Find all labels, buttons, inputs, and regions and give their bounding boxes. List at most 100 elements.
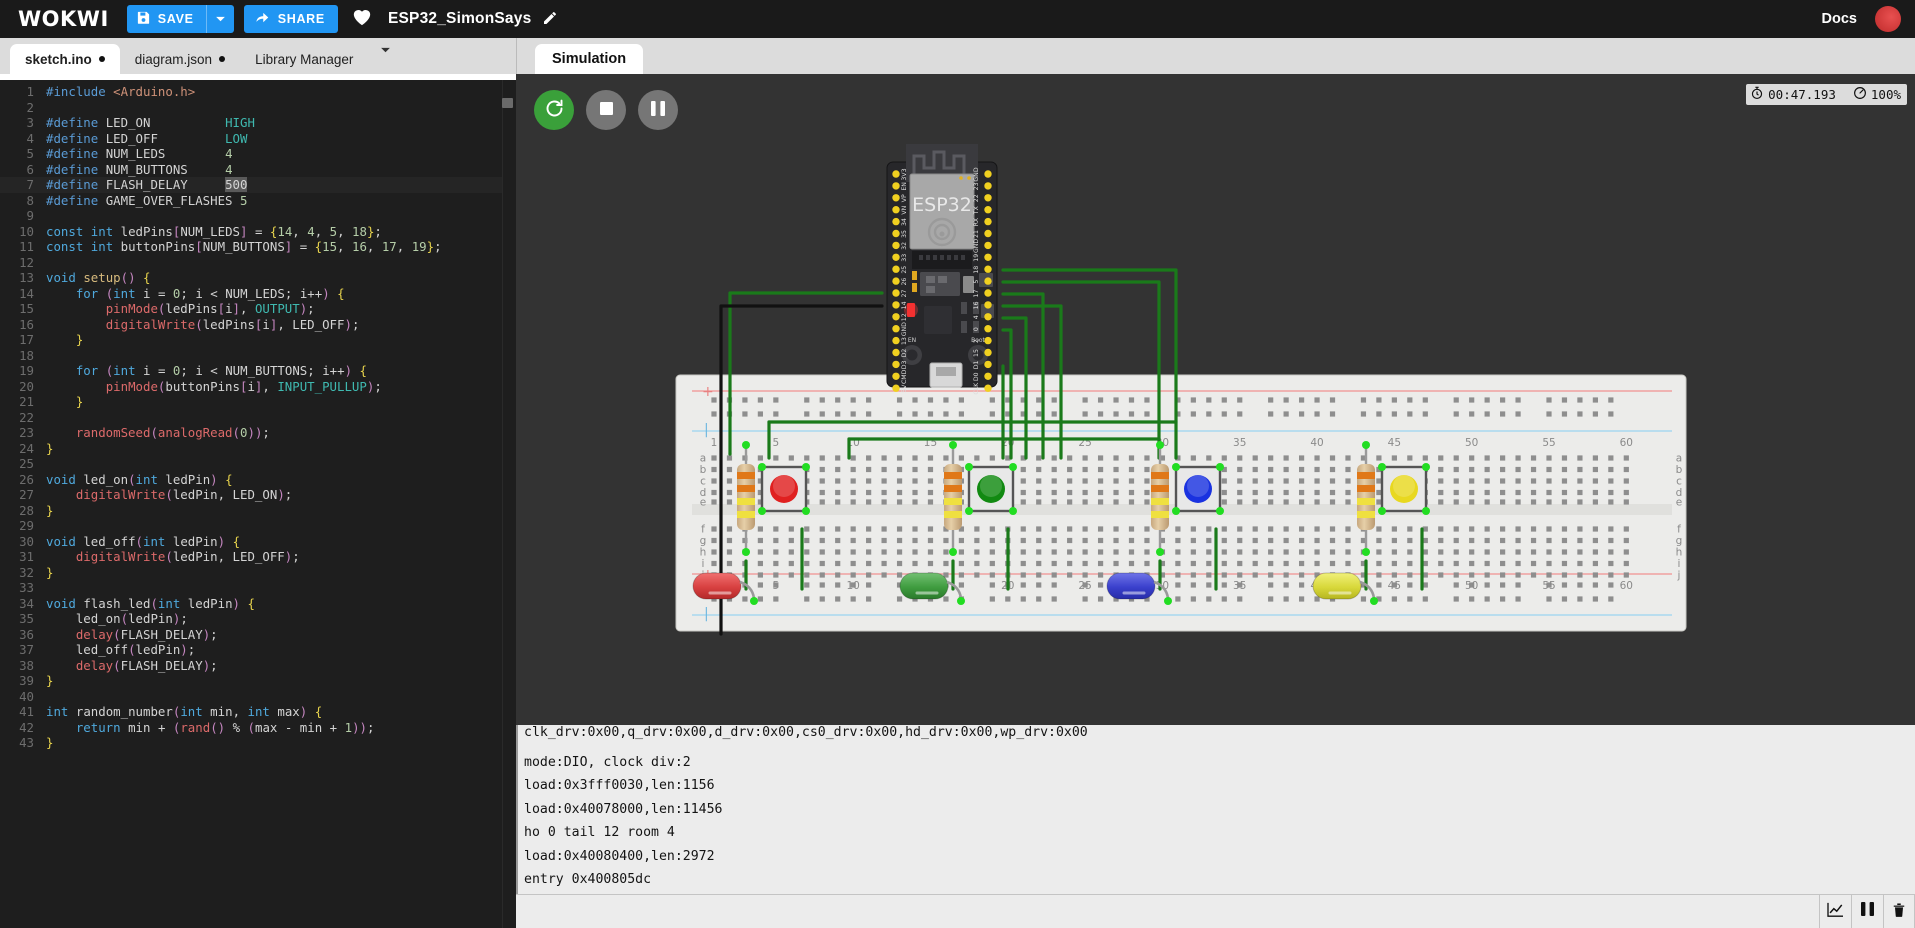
- breadboard-hole[interactable]: [1515, 455, 1521, 461]
- breadboard-hole[interactable]: [788, 572, 794, 578]
- breadboard-hole[interactable]: [835, 526, 841, 532]
- breadboard-hole[interactable]: [1515, 596, 1521, 602]
- breadboard-hole[interactable]: [1592, 478, 1598, 484]
- breadboard-hole[interactable]: [1190, 572, 1196, 578]
- breadboard-hole[interactable]: [1036, 596, 1042, 602]
- breadboard-hole[interactable]: [1391, 560, 1397, 567]
- breadboard-hole[interactable]: [1407, 549, 1413, 555]
- breadboard-hole[interactable]: [1530, 466, 1537, 473]
- breadboard-hole[interactable]: [881, 478, 887, 484]
- breadboard-hole[interactable]: [1329, 478, 1336, 484]
- board-pin[interactable]: [892, 384, 900, 392]
- breadboard-hole[interactable]: [1082, 526, 1088, 532]
- breadboard-hole[interactable]: [1376, 489, 1382, 496]
- breadboard-hole[interactable]: [1608, 549, 1614, 555]
- breadboard-hole[interactable]: [1484, 596, 1490, 602]
- breadboard-hole[interactable]: [804, 397, 810, 403]
- breadboard-hole[interactable]: [1329, 411, 1336, 417]
- breadboard-hole[interactable]: [1314, 560, 1320, 567]
- breadboard-hole[interactable]: [1268, 397, 1274, 403]
- breadboard-hole[interactable]: [1283, 537, 1289, 544]
- breadboard-hole[interactable]: [1530, 537, 1537, 544]
- breadboard-hole[interactable]: [927, 537, 934, 544]
- breadboard-hole[interactable]: [866, 397, 872, 403]
- breadboard-hole[interactable]: [1298, 411, 1305, 417]
- breadboard-hole[interactable]: [912, 489, 918, 496]
- breadboard-hole[interactable]: [1329, 537, 1336, 544]
- breadboard-hole[interactable]: [819, 499, 825, 505]
- save-options-button[interactable]: [205, 5, 234, 33]
- breadboard-hole[interactable]: [1376, 526, 1382, 532]
- breadboard-hole[interactable]: [1345, 466, 1351, 473]
- led-body[interactable]: [692, 572, 742, 600]
- breadboard-hole[interactable]: [896, 537, 903, 544]
- breadboard-hole[interactable]: [726, 466, 733, 473]
- breadboard-hole[interactable]: [1020, 499, 1026, 505]
- breadboard-hole[interactable]: [1128, 478, 1135, 484]
- breadboard-hole[interactable]: [819, 596, 825, 602]
- breadboard-hole[interactable]: [1453, 489, 1459, 496]
- breadboard-hole[interactable]: [1144, 455, 1150, 461]
- breadboard-hole[interactable]: [1298, 478, 1305, 484]
- breadboard-hole[interactable]: [1592, 537, 1598, 544]
- breadboard-hole[interactable]: [1577, 572, 1583, 578]
- breadboard-hole[interactable]: [1484, 489, 1490, 496]
- breadboard-hole[interactable]: [1484, 397, 1490, 403]
- breadboard-hole[interactable]: [1144, 499, 1150, 505]
- breadboard-hole[interactable]: [757, 596, 763, 602]
- breadboard-hole[interactable]: [1407, 572, 1413, 578]
- breadboard-hole[interactable]: [1469, 397, 1475, 403]
- breadboard-hole[interactable]: [1407, 582, 1413, 588]
- breadboard-hole[interactable]: [1237, 478, 1243, 484]
- breadboard-hole[interactable]: [1036, 526, 1042, 532]
- breadboard-hole[interactable]: [1268, 466, 1274, 473]
- breadboard-hole[interactable]: [1623, 478, 1629, 484]
- board-pin[interactable]: [984, 182, 992, 190]
- breadboard-hole[interactable]: [1113, 560, 1119, 567]
- breadboard-hole[interactable]: [866, 478, 872, 484]
- breadboard-hole[interactable]: [1453, 549, 1459, 555]
- breadboard-hole[interactable]: [1036, 582, 1042, 588]
- chevron-down-icon[interactable]: [372, 46, 399, 57]
- breadboard-hole[interactable]: [757, 537, 763, 544]
- breadboard-hole[interactable]: [1067, 537, 1073, 544]
- breadboard-hole[interactable]: [989, 582, 995, 588]
- breadboard-hole[interactable]: [1283, 489, 1289, 496]
- breadboard-hole[interactable]: [1128, 489, 1135, 496]
- breadboard-hole[interactable]: [881, 572, 887, 578]
- breadboard-hole[interactable]: [804, 582, 810, 588]
- breadboard-hole[interactable]: [866, 455, 872, 461]
- breadboard-hole[interactable]: [1082, 537, 1088, 544]
- breadboard-hole[interactable]: [788, 537, 794, 544]
- breadboard-hole[interactable]: [850, 537, 856, 544]
- breadboard-hole[interactable]: [1221, 455, 1227, 461]
- breadboard-hole[interactable]: [1453, 596, 1459, 602]
- breadboard-hole[interactable]: [1500, 526, 1506, 532]
- breadboard-hole[interactable]: [1237, 455, 1243, 461]
- breadboard-hole[interactable]: [850, 560, 856, 567]
- breadboard-hole[interactable]: [1283, 572, 1289, 578]
- breadboard-hole[interactable]: [1592, 411, 1598, 417]
- breadboard-hole[interactable]: [866, 537, 872, 544]
- breadboard-hole[interactable]: [1298, 582, 1305, 588]
- breadboard-hole[interactable]: [927, 455, 934, 461]
- breadboard-hole[interactable]: [1530, 526, 1537, 532]
- pin-connector[interactable]: [965, 463, 973, 471]
- breadboard-hole[interactable]: [1608, 560, 1614, 567]
- breadboard-hole[interactable]: [1608, 411, 1614, 417]
- breadboard-hole[interactable]: [804, 596, 810, 602]
- breadboard-hole[interactable]: [881, 537, 887, 544]
- breadboard-hole[interactable]: [1329, 455, 1336, 461]
- breadboard-hole[interactable]: [1530, 572, 1537, 578]
- breadboard-hole[interactable]: [1268, 478, 1274, 484]
- breadboard-hole[interactable]: [1036, 466, 1042, 473]
- board-pin[interactable]: [984, 241, 992, 250]
- breadboard-hole[interactable]: [1051, 526, 1057, 532]
- breadboard-hole[interactable]: [1314, 537, 1320, 544]
- breadboard-hole[interactable]: [726, 489, 733, 496]
- breadboard-hole[interactable]: [1515, 478, 1521, 484]
- breadboard-hole[interactable]: [896, 466, 903, 473]
- breadboard-hole[interactable]: [1561, 466, 1568, 473]
- breadboard-hole[interactable]: [1175, 549, 1181, 555]
- pin-connector[interactable]: [957, 597, 965, 605]
